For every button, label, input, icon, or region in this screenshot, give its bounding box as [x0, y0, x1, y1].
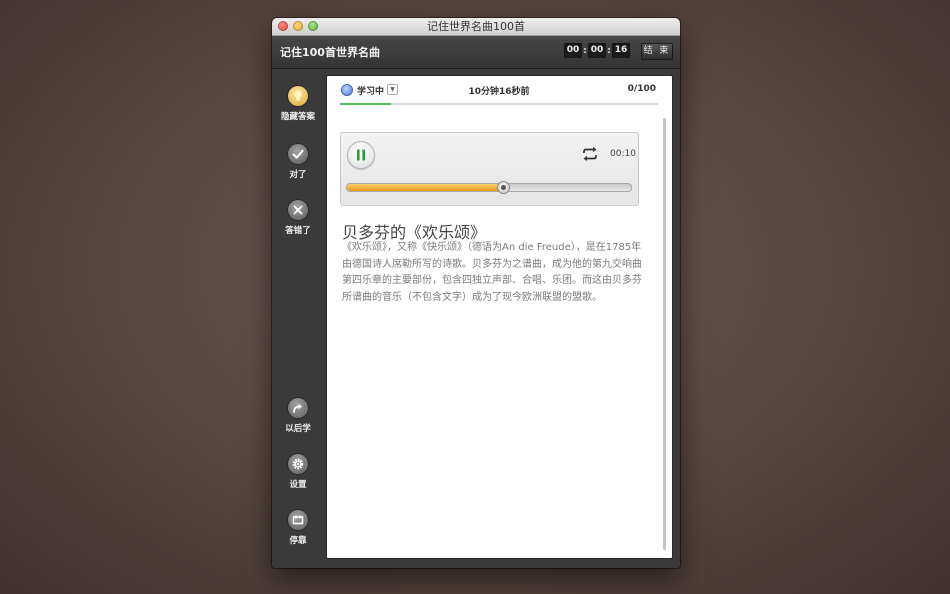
seek-slider-fill [347, 184, 504, 191]
timer-hours: 00 [564, 43, 582, 58]
hide-answer-button[interactable]: 隐藏答案 [272, 86, 324, 122]
minimize-window-button[interactable] [293, 21, 303, 31]
pause-button[interactable] [347, 141, 375, 169]
app-window: 记住世界名曲100首 记住100首世界名曲 00 : 00 : 16 结 束 隐… [272, 18, 680, 568]
end-button[interactable]: 结 束 [641, 43, 673, 60]
elapsed-time: 10分钟16秒前 [468, 87, 530, 97]
sidebar-label: 答错了 [285, 226, 311, 236]
session-timer: 00 : 00 : 16 [564, 43, 630, 58]
sidebar-label: 隐藏答案 [280, 112, 315, 122]
study-panel: 学习中 ▼ 10分钟16秒前 0/100 00:10 贝多芬的《欢乐颂》 《欢乐… [326, 75, 673, 559]
sidebar-label: 对了 [289, 170, 307, 180]
window-titlebar[interactable]: 记住世界名曲100首 [272, 18, 680, 36]
song-description: 《欢乐颂》，又称《快乐颂》（德语为An die Freude），是在1785年由… [342, 242, 642, 303]
seek-slider-thumb[interactable] [497, 181, 511, 194]
progress-bar-fill [340, 103, 391, 105]
sidebar-label: 设置 [289, 480, 307, 490]
zoom-window-button[interactable] [308, 21, 318, 31]
dock-icon [288, 510, 308, 530]
scrollbar[interactable] [663, 118, 666, 550]
window-title: 记住世界名曲100首 [427, 20, 525, 33]
sidebar-label: 停靠 [289, 536, 307, 546]
gear-icon [288, 454, 308, 474]
close-window-button[interactable] [278, 21, 288, 31]
wrong-button[interactable]: 答错了 [272, 200, 324, 236]
x-icon [288, 200, 308, 220]
seek-slider[interactable] [346, 181, 632, 194]
repeat-icon[interactable] [581, 146, 599, 162]
dock-button[interactable]: 停靠 [272, 510, 324, 546]
app-title: 记住100首世界名曲 [280, 46, 380, 59]
correct-button[interactable]: 对了 [272, 144, 324, 180]
forward-arrow-icon [288, 398, 308, 418]
progress-count: 0/100 [627, 84, 656, 94]
playback-time: 00:10 [610, 149, 636, 159]
sidebar: 隐藏答案 对了 答错了 以后学 设置 停靠 [272, 69, 324, 568]
learn-later-button[interactable]: 以后学 [272, 398, 324, 434]
timer-minutes: 00 [588, 43, 606, 58]
timer-seconds: 16 [612, 43, 630, 58]
header-bar: 记住100首世界名曲 00 : 00 : 16 结 束 [272, 36, 680, 69]
pause-icon [357, 149, 365, 161]
audio-player: 00:10 [340, 132, 639, 206]
settings-button[interactable]: 设置 [272, 454, 324, 490]
status-row: 学习中 ▼ 10分钟16秒前 0/100 [340, 83, 658, 99]
check-icon [288, 144, 308, 164]
sidebar-label: 以后学 [285, 424, 311, 434]
progress-bar [340, 103, 658, 105]
lightbulb-icon [288, 86, 308, 106]
